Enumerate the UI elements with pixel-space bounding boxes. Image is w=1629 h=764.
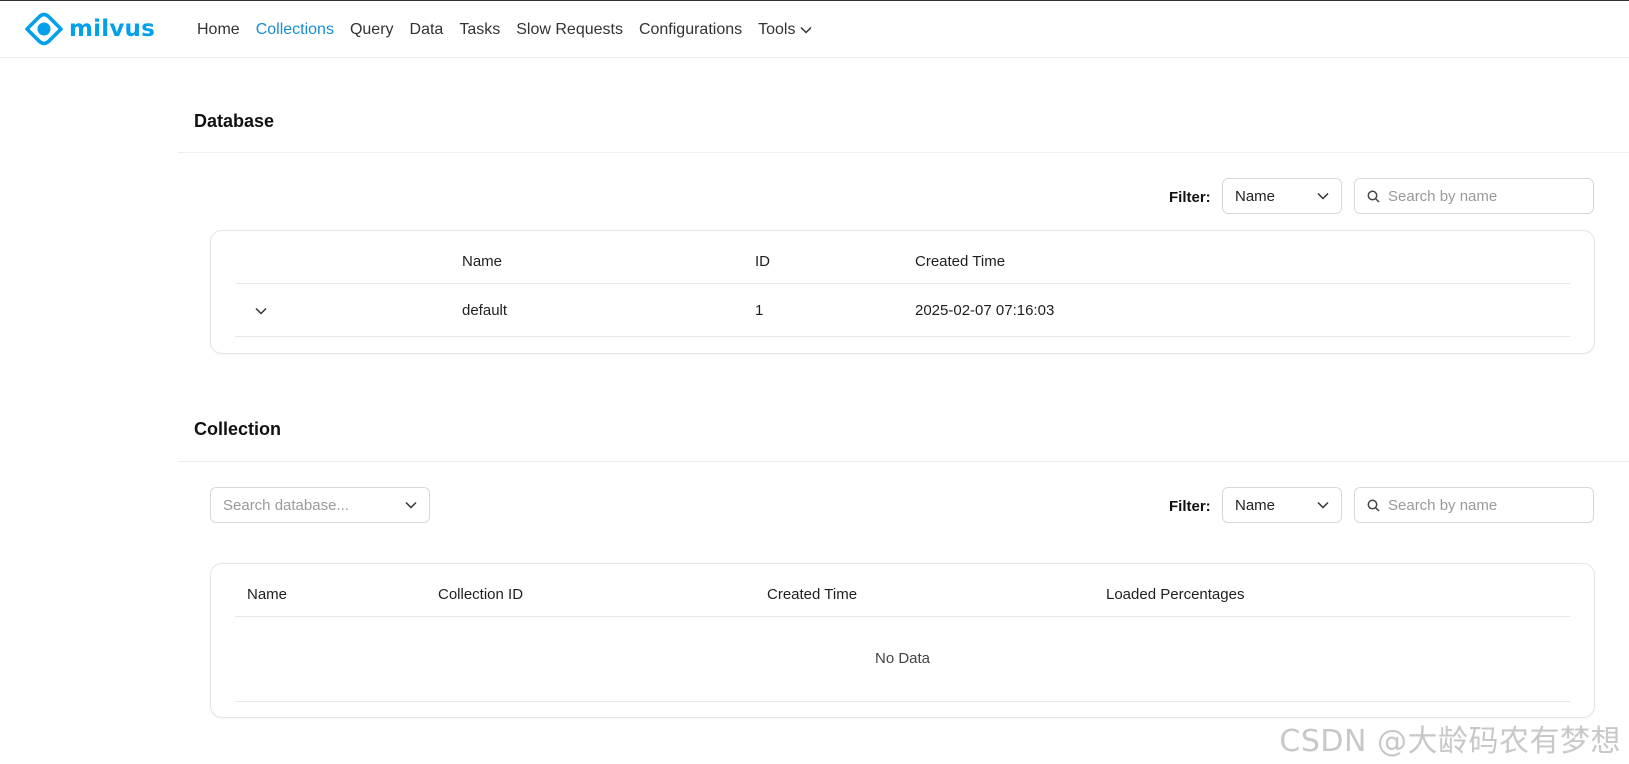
nav-tools-dropdown[interactable]: Tools [758,21,813,39]
row-created-time: 2025-02-07 07:16:03 [915,302,1055,319]
row-id: 1 [755,302,764,319]
chevron-down-icon [1317,192,1329,200]
nav-slow-requests-label: Slow Requests [516,21,623,38]
brand-name: milvus [69,16,155,42]
chevron-down-icon[interactable] [255,307,267,315]
collection-search-box[interactable] [1354,487,1594,523]
database-select-placeholder: Search database... [223,496,349,514]
empty-row: No Data [235,617,1570,702]
search-icon [1367,499,1380,512]
nav-query-label: Query [349,21,394,38]
column-header-created-time: Created Time [915,253,1006,270]
collection-section-title: Collection [194,419,282,439]
nav-query[interactable]: Query [350,21,394,39]
database-section-title: Database [194,111,275,131]
watermark: CSDN @大龄码农有梦想 [1279,724,1621,759]
top-navigation-bar: milvus Home Collections Query Data Tasks… [0,0,1629,58]
nav-configurations[interactable]: Configurations [639,21,742,39]
database-filter-select[interactable]: Name [1222,178,1342,214]
nav-collections[interactable]: Collections [256,21,334,39]
column-header-collection-id: Collection ID [438,586,524,603]
nav-collections-label: Collections [255,21,334,38]
nav-tasks-label: Tasks [459,21,501,38]
collection-filter-label: Filter: [1169,498,1211,515]
milvus-eye-icon [25,12,63,46]
chevron-down-icon [405,501,417,509]
database-search-box[interactable] [1354,178,1594,214]
chevron-down-icon [1317,501,1329,509]
collection-divider [178,461,1629,462]
column-header-created-time: Created Time [767,586,858,603]
database-divider [178,152,1629,153]
milvus-logo[interactable]: milvus [25,11,155,47]
chevron-down-icon [800,26,813,34]
column-header-name: Name [247,586,288,603]
collection-search-input[interactable] [1386,495,1576,515]
nav-tasks[interactable]: Tasks [459,21,500,39]
database-select[interactable]: Search database... [210,487,430,523]
column-header-loaded-percentages: Loaded Percentages [1106,586,1245,603]
table-row[interactable]: default 1 2025-02-07 07:16:03 [235,284,1570,337]
database-table-header: Name ID Created Time [235,231,1570,284]
nav-home-label: Home [197,21,240,38]
nav-slow-requests[interactable]: Slow Requests [516,21,623,39]
database-filter-label: Filter: [1169,189,1211,206]
nav-home[interactable]: Home [197,21,240,39]
collection-filter-select-value: Name [1235,496,1276,514]
column-header-name: Name [462,253,503,270]
nav-data-label: Data [409,21,444,38]
search-icon [1367,190,1380,203]
nav-configurations-label: Configurations [638,21,743,38]
database-search-input[interactable] [1386,186,1576,206]
nav-data[interactable]: Data [410,21,444,39]
collection-table-header: Name Collection ID Created Time Loaded P… [235,564,1570,617]
column-header-id: ID [755,253,770,270]
database-filter-select-value: Name [1235,187,1276,205]
row-name: default [462,302,508,319]
collection-table: Name Collection ID Created Time Loaded P… [210,563,1595,718]
database-table: Name ID Created Time default 1 2025-02-0… [210,230,1595,354]
nav-tools-label: Tools [758,21,796,38]
main-nav: Home Collections Query Data Tasks Slow R… [197,1,828,59]
collection-filter-select[interactable]: Name [1222,487,1342,523]
empty-state-text: No Data [874,650,931,667]
